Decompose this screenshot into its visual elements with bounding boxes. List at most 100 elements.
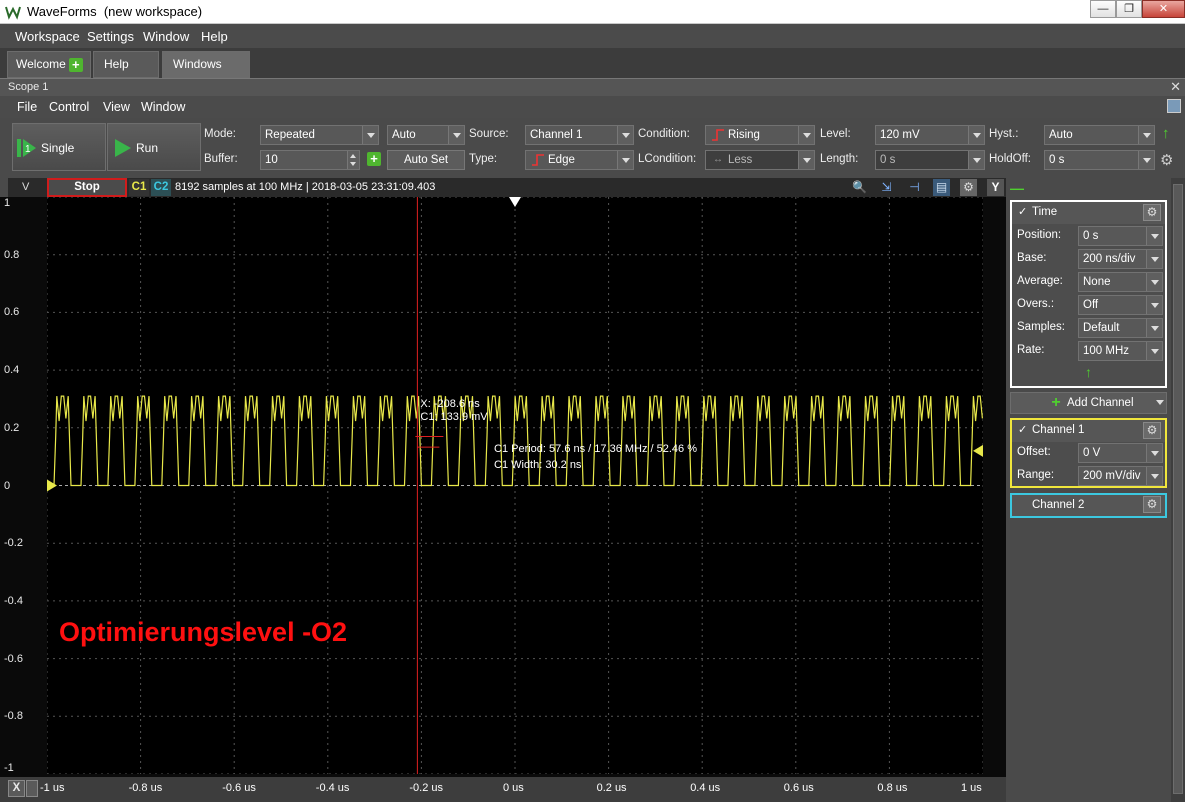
chevron-down-icon — [1146, 250, 1162, 268]
menu-view[interactable]: View — [103, 100, 130, 114]
arrow-up-icon[interactable]: ↑ — [1085, 364, 1092, 380]
c2-tag[interactable]: C2 — [151, 179, 171, 196]
time-header: ✓ Time ⚙ — [1012, 202, 1165, 224]
menu-help[interactable]: Help — [201, 29, 228, 44]
auto-set-button[interactable]: Auto Set — [387, 150, 465, 170]
source-select[interactable]: Channel 1 — [525, 125, 634, 145]
add-channel-button[interactable]: + Add Channel — [1010, 392, 1167, 414]
trigger-position-marker — [509, 197, 521, 207]
hysteresis-value: Auto — [1049, 129, 1073, 141]
time-gear-icon[interactable]: ⚙ — [1143, 204, 1161, 221]
channel1-offset-marker — [47, 479, 57, 492]
y-unit-label: V — [22, 181, 30, 193]
channel1-gear-icon[interactable]: ⚙ — [1143, 422, 1161, 439]
x-axis-button[interactable]: X — [8, 780, 25, 797]
c1-tag[interactable]: C1 — [129, 179, 149, 196]
samples-select[interactable]: Default — [1078, 318, 1163, 338]
tab-windows[interactable]: Windows — [162, 51, 250, 78]
main-menubar: Workspace Settings Window Help — [0, 24, 1185, 48]
buffer-stepper[interactable]: 10 — [260, 150, 360, 170]
average-select[interactable]: None — [1078, 272, 1163, 292]
plot-settings-gear-icon[interactable]: ⚙ — [960, 179, 977, 196]
chevron-down-icon — [1146, 319, 1162, 337]
waveform-plot[interactable]: X: -208.6 nsC1: 133.9 mV C1 Period: 57.6 … — [47, 197, 983, 774]
chevron-down-icon — [1146, 227, 1162, 245]
plus-icon: + — [1051, 394, 1061, 411]
lcondition-select[interactable]: ↔ Less — [705, 150, 815, 170]
y-axis-button[interactable]: Y — [987, 179, 1004, 196]
view-mode-icon[interactable]: ▤ — [933, 179, 950, 196]
chevron-down-icon — [448, 126, 464, 144]
add-buffer-icon[interactable]: + — [367, 152, 381, 166]
window-title: WaveForms (new workspace) — [27, 4, 203, 19]
y-tick-label: -0.6 — [4, 652, 23, 665]
condition-select[interactable]: Rising — [705, 125, 815, 145]
position-input[interactable]: 0 s — [1078, 226, 1163, 246]
overs-select[interactable]: Off — [1078, 295, 1163, 315]
cursor-tool-icon[interactable]: ⊣ — [906, 179, 923, 196]
channel1-checkbox-icon[interactable]: ✓ — [1018, 423, 1027, 436]
x-axis-dropdown-icon[interactable] — [26, 780, 38, 797]
tab-welcome[interactable]: Welcome + — [7, 51, 91, 78]
y-tick-label: 0 — [4, 479, 11, 492]
maximize-button[interactable]: ❐ — [1116, 0, 1142, 18]
add-instrument-icon[interactable]: + — [68, 57, 83, 72]
holdoff-input[interactable]: 0 s — [1044, 150, 1155, 170]
menu-control[interactable]: Control — [49, 100, 89, 114]
menu-settings[interactable]: Settings — [87, 29, 134, 44]
gear-icon[interactable]: ⚙ — [1160, 151, 1173, 169]
single-button[interactable]: 1 Single — [12, 123, 106, 171]
time-checkbox-icon[interactable]: ✓ — [1018, 205, 1027, 218]
pan-icon[interactable]: ⇲ — [878, 179, 895, 196]
zoom-icon[interactable]: 🔍 — [851, 179, 868, 196]
rate-select[interactable]: 100 MHz — [1078, 341, 1163, 361]
mode-select[interactable]: Repeated — [260, 125, 379, 145]
run-label: Run — [136, 141, 159, 155]
single-label: Single — [41, 141, 75, 155]
channel2-gear-icon[interactable]: ⚙ — [1143, 496, 1161, 513]
chevron-down-icon[interactable] — [1156, 400, 1164, 405]
chevron-down-icon — [1146, 273, 1162, 291]
run-button[interactable]: Run — [107, 123, 201, 171]
length-input[interactable]: 0 s — [875, 150, 985, 170]
waveforms-logo-icon — [5, 6, 21, 20]
condition-value: Rising — [728, 129, 760, 141]
offset-input[interactable]: 0 V — [1078, 443, 1163, 463]
tab-help[interactable]: Help — [93, 51, 159, 78]
menu-workspace[interactable]: Workspace — [15, 29, 80, 44]
holdoff-value: 0 s — [1049, 154, 1065, 166]
buffer-label: Buffer: — [204, 153, 238, 165]
base-select[interactable]: 200 ns/div — [1078, 249, 1163, 269]
stop-status-button[interactable]: Stop — [47, 178, 127, 197]
collapse-panel-icon[interactable]: — — [1010, 180, 1024, 196]
close-window-button[interactable]: ✕ — [1142, 0, 1185, 18]
mode-label: Mode: — [204, 128, 236, 140]
right-panel-scrollbar[interactable] — [1171, 178, 1185, 802]
x-tick-label: 0 us — [503, 782, 524, 794]
chevron-down-icon — [617, 151, 633, 169]
menu-window[interactable]: Window — [143, 29, 189, 44]
trigger-mode-select[interactable]: Auto — [387, 125, 465, 145]
range-value: 200 mV/div — [1083, 470, 1141, 482]
range-select[interactable]: 200 mV/div — [1078, 466, 1163, 486]
condition-label: Condition: — [638, 128, 690, 140]
y-tick-label: 0.2 — [4, 421, 20, 434]
dock-icon[interactable] — [1167, 99, 1181, 113]
menu-scope-window[interactable]: Window — [141, 100, 185, 114]
chevron-down-icon — [362, 126, 378, 144]
length-label: Length: — [820, 153, 859, 165]
source-value: Channel 1 — [530, 129, 583, 141]
spin-arrows-icon[interactable] — [347, 151, 359, 169]
svg-text:1: 1 — [25, 144, 31, 155]
channel2-title: Channel 2 — [1032, 499, 1085, 511]
scrollbar-thumb[interactable] — [1173, 184, 1183, 794]
type-select[interactable]: Edge — [525, 150, 634, 170]
hysteresis-input[interactable]: Auto — [1044, 125, 1155, 145]
level-input[interactable]: 120 mV — [875, 125, 985, 145]
single-acquire-icon: 1 — [17, 139, 36, 157]
minimize-button[interactable]: — — [1090, 0, 1116, 18]
arrow-up-icon[interactable]: ↑ — [1162, 125, 1170, 142]
time-settings-box: ✓ Time ⚙ Position: 0 s Base: 200 ns/div Av… — [1010, 200, 1167, 388]
close-scope-icon[interactable]: ✕ — [1170, 79, 1181, 95]
menu-file[interactable]: File — [17, 100, 37, 114]
